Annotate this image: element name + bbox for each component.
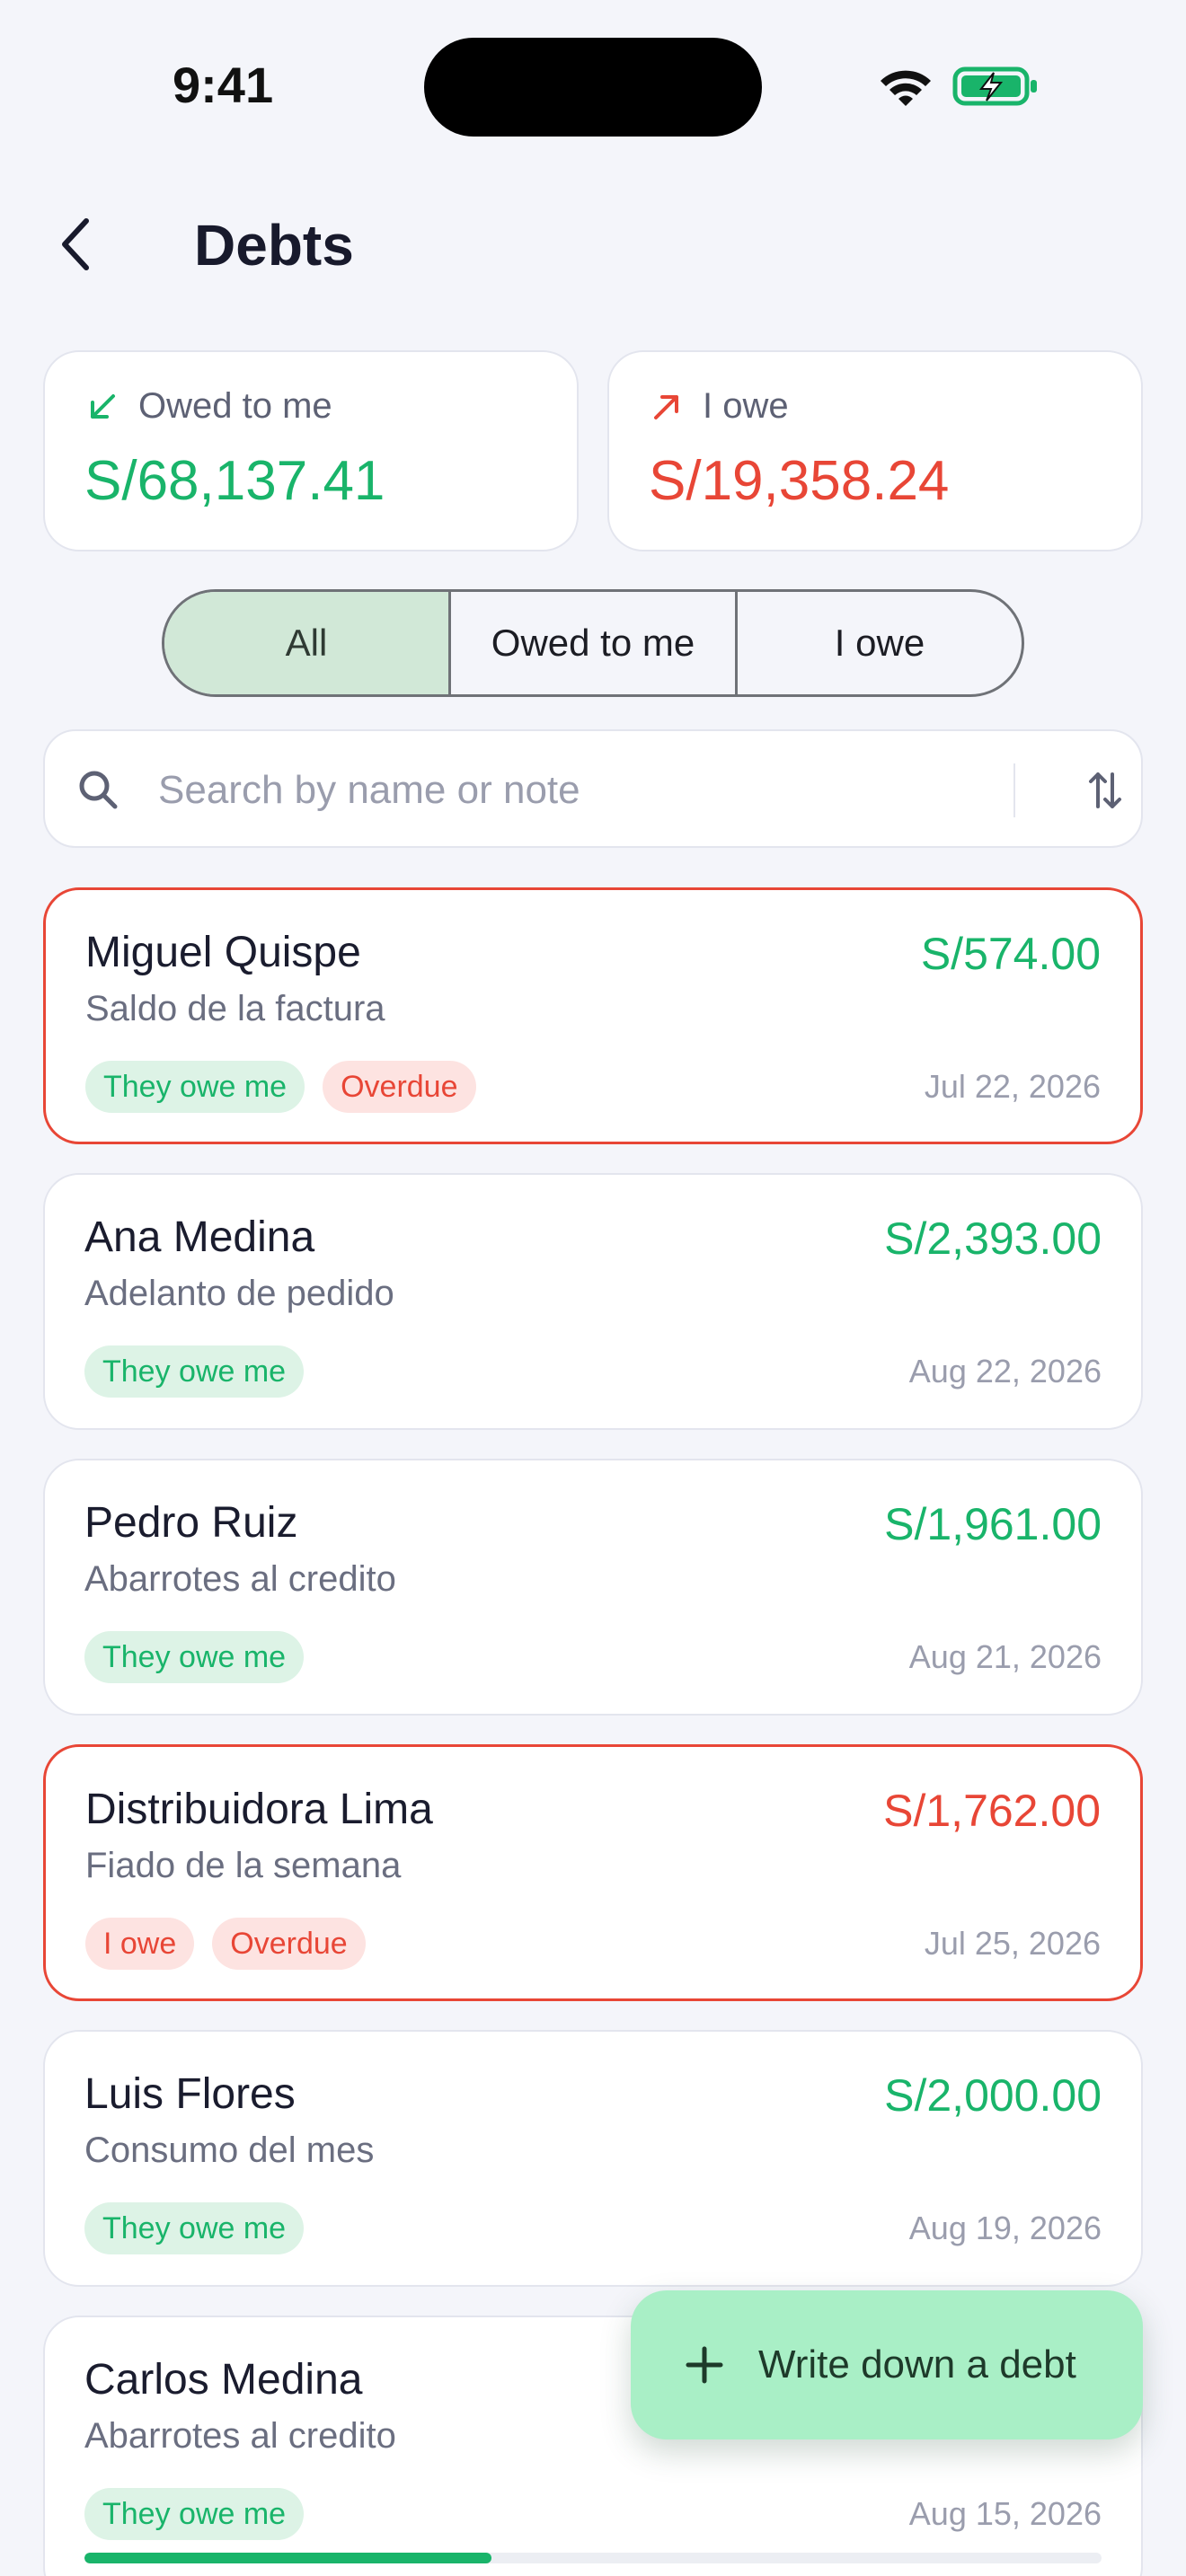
debt-tags: They owe me Overdue — [85, 1061, 476, 1113]
debt-note: Abarrotes al credito — [84, 2416, 396, 2456]
direction-badge: I owe — [85, 1918, 195, 1970]
debt-amount: S/574.00 — [920, 929, 1101, 979]
debt-amount: S/2,393.00 — [884, 1213, 1102, 1264]
owed-to-me-label: Owed to me — [138, 386, 332, 426]
direction-badge: They owe me — [85, 1061, 305, 1113]
back-button[interactable] — [47, 207, 104, 282]
debt-date: Aug 22, 2026 — [908, 1353, 1102, 1389]
debt-amount: S/1,762.00 — [883, 1786, 1101, 1836]
status-time: 9:41 — [173, 57, 274, 113]
debt-name: Pedro Ruiz — [84, 1499, 298, 1547]
i-owe-summary-card[interactable]: I owe S/19,358.24 — [607, 350, 1143, 551]
filter-segmented-control: All Owed to me I owe — [162, 589, 1024, 697]
wifi-icon — [881, 70, 931, 106]
debt-date: Aug 19, 2026 — [908, 2210, 1102, 2246]
chevron-left-icon — [62, 218, 89, 270]
battery-icon — [952, 66, 1037, 106]
debt-note: Saldo de la factura — [85, 989, 385, 1028]
debt-amount: S/1,961.00 — [884, 1499, 1102, 1549]
debt-name: Distribuidora Lima — [85, 1786, 433, 1833]
filter-i-owe-segment[interactable]: I owe — [738, 592, 1022, 694]
debt-name: Miguel Quispe — [85, 929, 361, 976]
debt-name: Luis Flores — [84, 2070, 296, 2118]
search-input[interactable] — [158, 758, 1003, 823]
status-bar: 9:41 — [0, 0, 1186, 171]
debt-card[interactable]: Distribuidora Lima S/1,762.00 Fiado de l… — [43, 1744, 1143, 2001]
owed-to-me-amount: S/68,137.41 — [84, 450, 385, 512]
debt-card[interactable]: Pedro Ruiz S/1,961.00 Abarrotes al credi… — [43, 1459, 1143, 1716]
direction-badge: They owe me — [84, 1345, 305, 1398]
owed-to-me-summary-card[interactable]: Owed to me S/68,137.41 — [43, 350, 579, 551]
dynamic-island — [424, 38, 762, 137]
sort-arrows-icon — [1089, 772, 1121, 808]
debt-card[interactable]: Miguel Quispe S/574.00 Saldo de la factu… — [43, 887, 1143, 1144]
write-down-debt-button[interactable]: Write down a debt — [631, 2290, 1143, 2439]
search-icon — [79, 771, 118, 809]
search-box — [43, 729, 1143, 848]
page-title: Debts — [194, 213, 354, 278]
debt-date: Jul 25, 2026 — [924, 1925, 1101, 1962]
payment-progress-fill — [84, 2553, 491, 2563]
debt-tags: They owe me — [84, 2202, 305, 2254]
debt-tags: They owe me — [84, 2488, 305, 2540]
arrow-down-left-icon — [91, 393, 115, 419]
debt-note: Abarrotes al credito — [84, 1559, 396, 1599]
arrow-up-right-icon — [654, 394, 678, 419]
debt-tags: They owe me — [84, 1345, 305, 1398]
debt-note: Consumo del mes — [84, 2130, 375, 2170]
debt-date: Aug 21, 2026 — [908, 1638, 1102, 1675]
debt-name: Carlos Medina — [84, 2356, 363, 2404]
debt-card[interactable]: Luis Flores S/2,000.00 Consumo del mes T… — [43, 2030, 1143, 2287]
debt-tags: I owe Overdue — [85, 1918, 366, 1970]
overdue-badge: Overdue — [212, 1918, 366, 1970]
search-divider — [1013, 763, 1015, 817]
sort-button[interactable] — [1078, 763, 1132, 817]
debt-note: Fiado de la semana — [85, 1846, 402, 1885]
filter-all-segment[interactable]: All — [164, 592, 451, 694]
i-owe-label: I owe — [703, 386, 789, 426]
debt-date: Aug 15, 2026 — [908, 2495, 1102, 2532]
direction-badge: They owe me — [84, 2202, 305, 2254]
direction-badge: They owe me — [84, 2488, 305, 2540]
debt-amount: S/2,000.00 — [884, 2070, 1102, 2121]
debt-date: Jul 22, 2026 — [924, 1068, 1101, 1105]
debt-note: Adelanto de pedido — [84, 1274, 394, 1313]
filter-owed-to-me-segment[interactable]: Owed to me — [451, 592, 738, 694]
debt-name: Ana Medina — [84, 1213, 315, 1261]
plus-icon — [686, 2346, 723, 2384]
payment-progress-bar — [84, 2553, 1102, 2563]
fab-label: Write down a debt — [758, 2342, 1076, 2386]
debt-tags: They owe me — [84, 1631, 305, 1683]
i-owe-amount: S/19,358.24 — [649, 450, 950, 512]
direction-badge: They owe me — [84, 1631, 305, 1683]
overdue-badge: Overdue — [323, 1061, 476, 1113]
debt-card[interactable]: Ana Medina S/2,393.00 Adelanto de pedido… — [43, 1173, 1143, 1430]
